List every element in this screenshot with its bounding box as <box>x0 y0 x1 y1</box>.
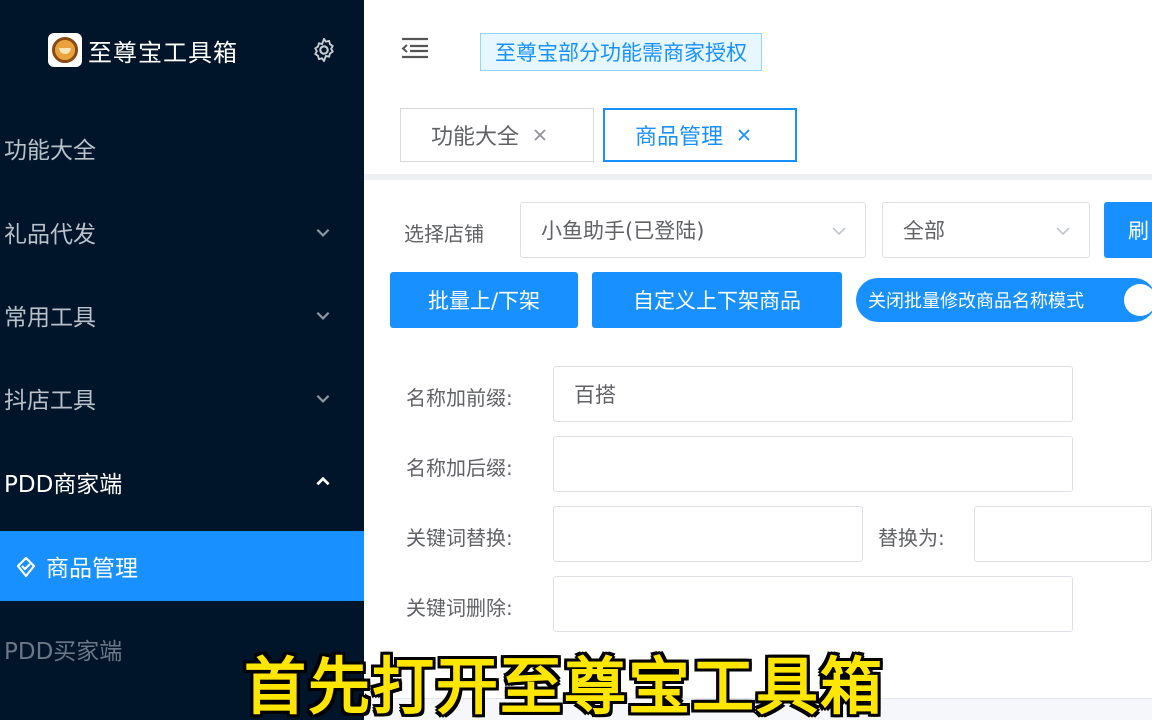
suffix-label: 名称加后缀: <box>406 456 513 480</box>
gear-icon[interactable] <box>310 36 338 64</box>
sidebar-item-label: PDD商家端 <box>4 472 123 498</box>
sidebar-item-label: 礼品代发 <box>4 222 96 248</box>
main-area: 至尊宝部分功能需商家授权 功能大全 商品管理 选择店铺 小鱼助手(已登陆) 全部… <box>364 0 1152 720</box>
prefix-label: 名称加前缀: <box>406 386 513 410</box>
video-subtitle: 首先打开至尊宝工具箱 <box>244 650 885 720</box>
switch-label: 关闭批量修改商品名称模式 <box>868 291 1084 312</box>
brand[interactable]: 至尊宝工具箱 <box>48 32 238 68</box>
chevron-down-icon <box>316 311 330 320</box>
sidebar-item-gift-shipping[interactable]: 礼品代发 <box>0 197 364 267</box>
sidebar-item-pdd-merchant[interactable]: PDD商家端 <box>0 447 364 517</box>
status-select[interactable]: 全部 <box>882 202 1090 258</box>
top-bar: 至尊宝部分功能需商家授权 <box>364 0 1152 96</box>
tab-product-management[interactable]: 商品管理 <box>603 108 797 162</box>
chevron-down-icon <box>316 394 330 403</box>
keyword-replace-label: 关键词替换: <box>406 526 513 550</box>
sidebar-item-label: 抖店工具 <box>4 388 96 414</box>
sidebar: 至尊宝工具箱 功能大全 礼品代发 常用工具 抖店工具 PDD商家端 商品管理 P… <box>0 0 364 720</box>
prefix-input[interactable] <box>553 366 1073 422</box>
tab-bar: 功能大全 商品管理 <box>364 96 1152 180</box>
sidebar-item-douyin-tools[interactable]: 抖店工具 <box>0 363 364 433</box>
store-select-label: 选择店铺 <box>404 222 484 246</box>
chevron-down-icon <box>1056 227 1070 236</box>
keyword-delete-input[interactable] <box>553 576 1073 632</box>
chevron-up-icon <box>316 476 330 486</box>
tab-label: 商品管理 <box>635 125 724 150</box>
sidebar-item-label: 商品管理 <box>46 556 138 582</box>
batch-rename-mode-switch[interactable]: 关闭批量修改商品名称模式 <box>856 278 1152 322</box>
batch-shelve-button[interactable]: 批量上/下架 <box>390 272 578 328</box>
monkey-logo-icon <box>48 33 82 67</box>
close-icon[interactable] <box>533 128 547 142</box>
chevron-down-icon <box>316 228 330 237</box>
sidebar-item-label: 常用工具 <box>4 305 96 331</box>
brand-title: 至尊宝工具箱 <box>88 38 238 67</box>
store-select[interactable]: 小鱼助手(已登陆) <box>520 202 866 258</box>
suffix-input[interactable] <box>553 436 1073 492</box>
sidebar-item-all-functions[interactable]: 功能大全 <box>0 113 364 183</box>
tab-all-functions[interactable]: 功能大全 <box>400 108 594 162</box>
status-select-value: 全部 <box>903 219 945 243</box>
menu-fold-icon[interactable] <box>400 36 430 60</box>
sidebar-item-label: PDD买家端 <box>4 639 123 665</box>
close-icon[interactable] <box>737 128 751 142</box>
switch-knob <box>1124 284 1152 316</box>
store-select-value: 小鱼助手(已登陆) <box>541 219 705 243</box>
refresh-button[interactable]: 刷 <box>1104 202 1152 258</box>
diamond-check-icon <box>16 556 36 578</box>
sidebar-item-product-management[interactable]: 商品管理 <box>0 531 364 601</box>
tab-label: 功能大全 <box>431 125 520 150</box>
sidebar-item-common-tools[interactable]: 常用工具 <box>0 280 364 350</box>
authorization-notice: 至尊宝部分功能需商家授权 <box>480 33 762 71</box>
sidebar-item-label: 功能大全 <box>4 138 96 164</box>
replace-with-label: 替换为: <box>878 526 945 550</box>
custom-shelve-button[interactable]: 自定义上下架商品 <box>592 272 842 328</box>
keyword-delete-label: 关键词删除: <box>406 596 513 620</box>
keyword-replace-input[interactable] <box>553 506 863 562</box>
replace-with-input[interactable] <box>974 506 1152 562</box>
chevron-down-icon <box>832 227 846 236</box>
